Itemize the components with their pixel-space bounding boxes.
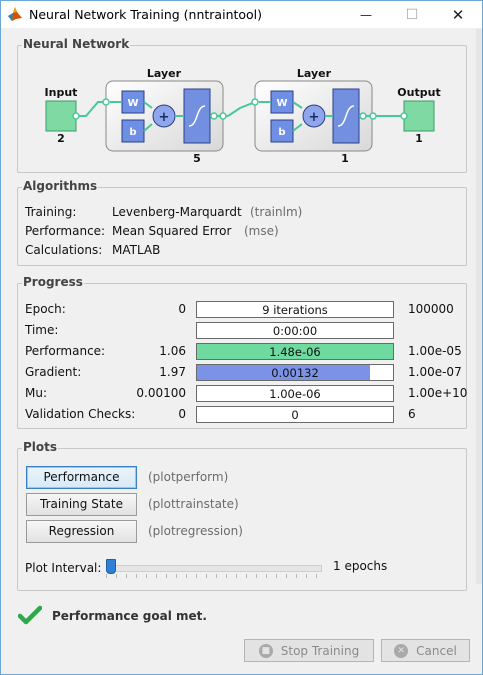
progress-validation-checks-current: 0 <box>291 408 299 422</box>
progress-epoch-current: 9 iterations <box>262 303 328 317</box>
section-title-progress: Progress <box>22 275 84 289</box>
progress-time-bar: 0:00:00 <box>196 322 394 339</box>
performance-plot-button[interactable]: Performance <box>26 466 137 489</box>
layer1-sum-symbol: + <box>159 110 170 125</box>
section-title-algorithms: Algorithms <box>22 179 99 193</box>
progress-time-current: 0:00:00 <box>272 324 318 338</box>
algo-training-label: Training: <box>25 205 77 219</box>
algo-calculations-value: MATLAB <box>112 243 161 257</box>
progress-performance-label: Performance: <box>25 344 106 358</box>
maximize-button[interactable]: ☐ <box>389 1 435 28</box>
progress-epoch-end: 100000 <box>408 302 454 316</box>
output-block <box>403 100 435 132</box>
cancel-icon: ✕ <box>394 643 409 658</box>
cancel-button[interactable]: ✕ Cancel <box>381 639 470 662</box>
plots-panel: Plots Performance (plotperform) Training… <box>17 440 467 591</box>
layer2-bias-label: b <box>278 127 285 138</box>
nntraintool-window: Neural Network Training (nntraintool) — … <box>0 0 483 675</box>
algorithms-panel: Algorithms Training: Levenberg-Marquardt… <box>17 179 467 266</box>
layer1-size: 5 <box>193 152 201 165</box>
layer1-weight-label: W <box>127 98 138 109</box>
input-block <box>45 100 77 132</box>
training-state-plot-button[interactable]: Training State <box>26 493 137 516</box>
close-button[interactable]: ✕ <box>435 1 481 28</box>
plot-interval-label: Plot Interval: <box>25 561 102 575</box>
progress-validation-checks-bar: 0 <box>196 406 394 423</box>
cancel-label: Cancel <box>416 643 457 658</box>
progress-gradient-end: 1.00e-07 <box>408 365 462 379</box>
close-icon: ✕ <box>451 5 465 24</box>
progress-performance-end: 1.00e-05 <box>408 344 462 358</box>
progress-validation-checks-label: Validation Checks: <box>25 407 136 421</box>
progress-performance-start: 1.06 <box>159 344 186 358</box>
title-bar[interactable]: Neural Network Training (nntraintool) — … <box>1 1 482 28</box>
section-title-plots: Plots <box>22 440 59 454</box>
training-state-plot-code: (plottrainstate) <box>148 497 239 511</box>
output-size: 1 <box>415 132 423 145</box>
progress-mu-current: 1.00e-06 <box>269 387 321 401</box>
progress-epoch-label: Epoch: <box>25 302 66 316</box>
layer1-label: Layer <box>147 67 182 80</box>
stop-training-button[interactable]: ■ Stop Training <box>244 639 374 662</box>
maximize-icon: ☐ <box>405 6 419 23</box>
progress-epoch-bar: 9 iterations <box>196 301 394 318</box>
performance-plot-code: (plotperform) <box>148 470 229 484</box>
scrollbar[interactable] <box>476 29 482 584</box>
stop-icon: ■ <box>258 643 273 658</box>
slider-track <box>106 565 322 572</box>
progress-time-label: Time: <box>25 323 59 337</box>
slider-ticks <box>106 574 322 578</box>
input-size: 2 <box>57 132 65 145</box>
input-label: Input <box>45 86 78 99</box>
progress-gradient-bar: 0.00132 <box>196 364 394 381</box>
algo-performance-value: Mean Squared Error <box>112 224 232 238</box>
algo-training-code: (trainlm) <box>250 205 303 219</box>
regression-plot-code: (plotregression) <box>148 524 243 538</box>
layer1-bias-label: b <box>129 127 136 138</box>
progress-mu-end: 1.00e+10 <box>408 386 468 400</box>
algo-performance-label: Performance: <box>25 224 106 238</box>
layer2-sum-symbol: + <box>309 110 320 125</box>
plot-interval-value: 1 epochs <box>333 559 388 573</box>
output-label: Output <box>397 86 440 99</box>
regression-plot-button[interactable]: Regression <box>26 520 137 543</box>
minimize-icon: — <box>360 7 372 22</box>
slider-thumb[interactable] <box>106 559 116 574</box>
layer2-label: Layer <box>297 67 332 80</box>
progress-performance-current: 1.48e-06 <box>269 345 321 359</box>
checkmark-icon <box>18 605 42 625</box>
layer2-weight-label: W <box>276 98 287 109</box>
status-message: Performance goal met. <box>52 609 207 623</box>
progress-performance-bar: 1.48e-06 <box>196 343 394 360</box>
progress-panel: Progress Epoch: 0 9 iterations 100000 Time: 0… <box>17 275 468 429</box>
matlab-app-icon <box>8 7 22 21</box>
progress-gradient-label: Gradient: <box>25 365 82 379</box>
progress-validation-checks-end: 6 <box>408 407 416 421</box>
network-diagram: Input 2 Layer 5 Layer 1 Output 1 W b + W… <box>45 67 441 165</box>
algo-performance-code: (mse) <box>244 224 279 238</box>
progress-mu-bar: 1.00e-06 <box>196 385 394 402</box>
window-title: Neural Network Training (nntraintool) <box>29 7 263 22</box>
progress-gradient-current: 0.00132 <box>271 366 319 380</box>
layer2-size: 1 <box>341 152 349 165</box>
minimize-button[interactable]: — <box>343 1 389 28</box>
neural-network-panel: Neural Network Input 2 Layer 5 Layer 1 O… <box>17 37 467 173</box>
stop-training-label: Stop Training <box>280 643 360 658</box>
progress-validation-checks-start: 0 <box>178 407 186 421</box>
progress-mu-start: 0.00100 <box>136 386 186 400</box>
algo-training-value: Levenberg-Marquardt <box>112 205 242 219</box>
progress-epoch-start: 0 <box>178 302 186 316</box>
plot-interval-slider[interactable] <box>106 559 322 578</box>
algo-calculations-label: Calculations: <box>25 243 103 257</box>
progress-gradient-start: 1.97 <box>159 365 186 379</box>
progress-mu-label: Mu: <box>25 386 48 400</box>
